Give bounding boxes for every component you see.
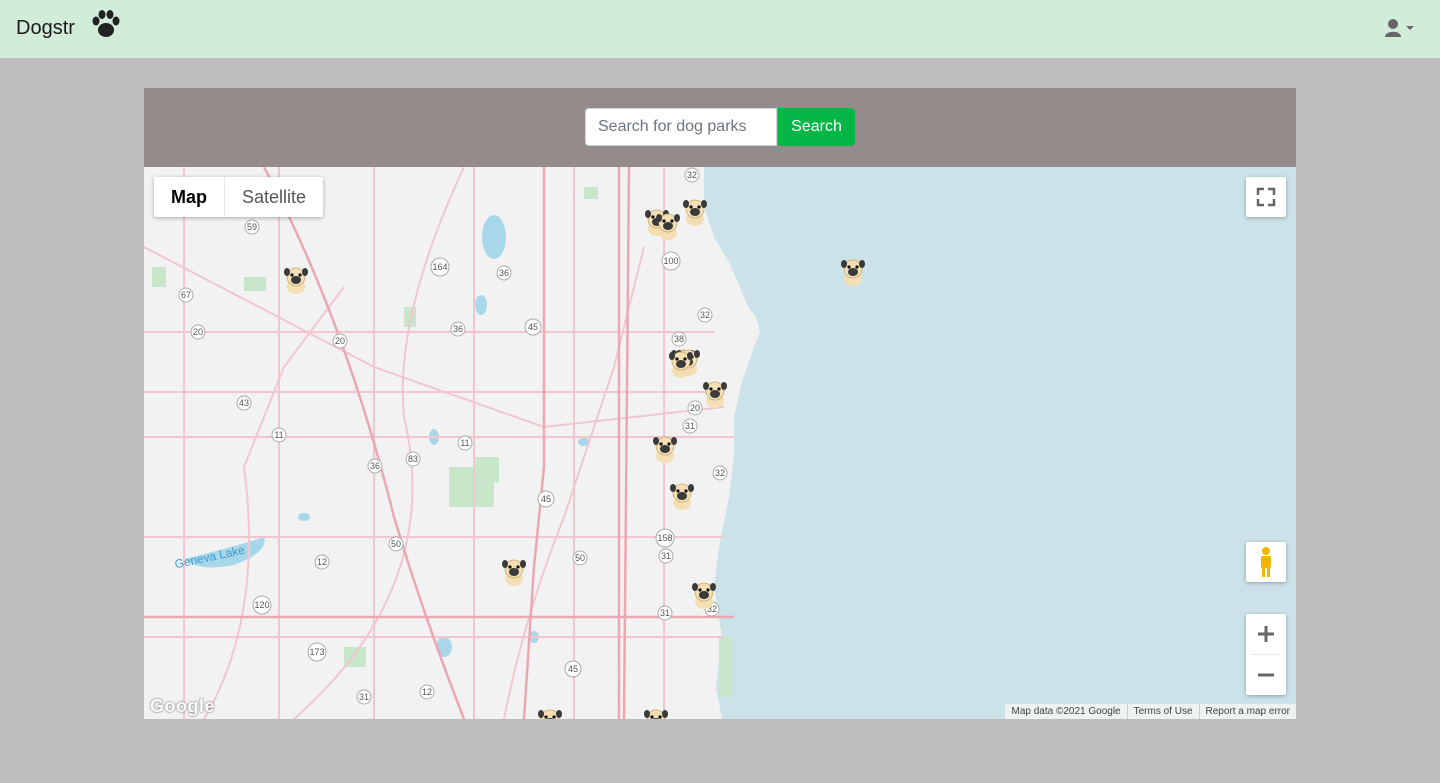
- search-input[interactable]: [585, 108, 777, 146]
- terms-of-use-link[interactable]: Terms of Use: [1126, 704, 1199, 719]
- svg-text:173: 173: [309, 647, 324, 657]
- zoom-out-button[interactable]: [1246, 655, 1286, 695]
- pug-marker-icon[interactable]: [536, 707, 564, 719]
- zoom-control: [1246, 614, 1286, 695]
- map-type-satellite-button[interactable]: Satellite: [225, 177, 323, 217]
- navbar: Dogstr: [0, 0, 1440, 58]
- svg-text:45: 45: [568, 664, 578, 674]
- svg-text:32: 32: [715, 468, 725, 478]
- map-type-control: Map Satellite: [154, 177, 324, 217]
- svg-text:31: 31: [660, 608, 670, 618]
- plus-icon: [1258, 626, 1274, 642]
- svg-text:36: 36: [453, 324, 463, 334]
- map-tiles: 59 67 20 20 164 36 36 45 100 32 32 38 20…: [144, 167, 1296, 719]
- svg-text:20: 20: [193, 327, 203, 337]
- svg-text:31: 31: [661, 551, 671, 561]
- brand-name[interactable]: Dogstr: [16, 14, 75, 42]
- map-type-map-button[interactable]: Map: [154, 177, 225, 217]
- zoom-in-button[interactable]: [1246, 614, 1286, 654]
- pug-marker-icon[interactable]: [839, 257, 867, 287]
- svg-text:36: 36: [499, 268, 509, 278]
- fullscreen-button[interactable]: [1246, 177, 1286, 217]
- pug-marker-icon[interactable]: [642, 707, 670, 719]
- svg-text:67: 67: [181, 290, 191, 300]
- pug-marker-icon[interactable]: [500, 557, 528, 587]
- user-icon: [1385, 19, 1414, 37]
- svg-text:20: 20: [690, 403, 700, 413]
- svg-text:11: 11: [460, 438, 469, 448]
- map-data-credit: Map data ©2021 Google: [1011, 706, 1121, 717]
- svg-text:31: 31: [359, 692, 369, 702]
- minus-icon: [1258, 673, 1274, 677]
- paw-icon: [92, 10, 120, 37]
- svg-text:83: 83: [408, 454, 418, 464]
- svg-text:32: 32: [700, 310, 710, 320]
- report-map-error-link[interactable]: Report a map error: [1198, 704, 1296, 719]
- svg-text:36: 36: [370, 461, 380, 471]
- svg-text:120: 120: [254, 600, 269, 610]
- svg-text:43: 43: [239, 398, 249, 408]
- svg-text:11: 11: [274, 430, 283, 440]
- svg-text:20: 20: [335, 336, 345, 346]
- svg-text:32: 32: [687, 170, 697, 180]
- pug-marker-icon[interactable]: [282, 265, 310, 295]
- svg-text:31: 31: [685, 421, 695, 431]
- map-view[interactable]: 59 67 20 20 164 36 36 45 100 32 32 38 20…: [144, 167, 1296, 719]
- svg-text:12: 12: [422, 687, 432, 697]
- google-logo: Google: [150, 696, 215, 716]
- pug-marker-icon[interactable]: [651, 434, 679, 464]
- pug-marker-icon[interactable]: [667, 349, 695, 379]
- svg-text:164: 164: [432, 262, 447, 272]
- svg-text:45: 45: [528, 322, 538, 332]
- pug-marker-icon[interactable]: [654, 211, 682, 241]
- route-shield: 59: [244, 219, 260, 235]
- pug-marker-icon[interactable]: [690, 580, 718, 610]
- svg-text:12: 12: [317, 557, 327, 567]
- svg-text:50: 50: [575, 553, 585, 563]
- pug-marker-icon[interactable]: [668, 481, 696, 511]
- svg-text:45: 45: [541, 494, 551, 504]
- svg-text:50: 50: [391, 539, 401, 549]
- caret-down-icon: [1406, 26, 1414, 30]
- user-menu-dropdown[interactable]: [1384, 17, 1418, 39]
- pegman-icon: [1261, 547, 1271, 577]
- search-bar: Search: [144, 88, 1296, 167]
- svg-text:38: 38: [674, 334, 684, 344]
- map-attribution: Map data ©2021 Google Terms of Use Repor…: [1005, 704, 1296, 719]
- pug-marker-icon[interactable]: [701, 379, 729, 409]
- svg-text:100: 100: [663, 256, 678, 266]
- fullscreen-icon: [1256, 187, 1276, 207]
- map-card: Search for dog parks Search 59 67 20 20 …: [144, 88, 1296, 719]
- street-view-pegman[interactable]: [1246, 542, 1286, 582]
- svg-text:59: 59: [247, 222, 257, 232]
- pug-marker-icon[interactable]: [681, 197, 709, 227]
- search-button[interactable]: Search: [778, 108, 855, 146]
- svg-text:158: 158: [657, 533, 672, 543]
